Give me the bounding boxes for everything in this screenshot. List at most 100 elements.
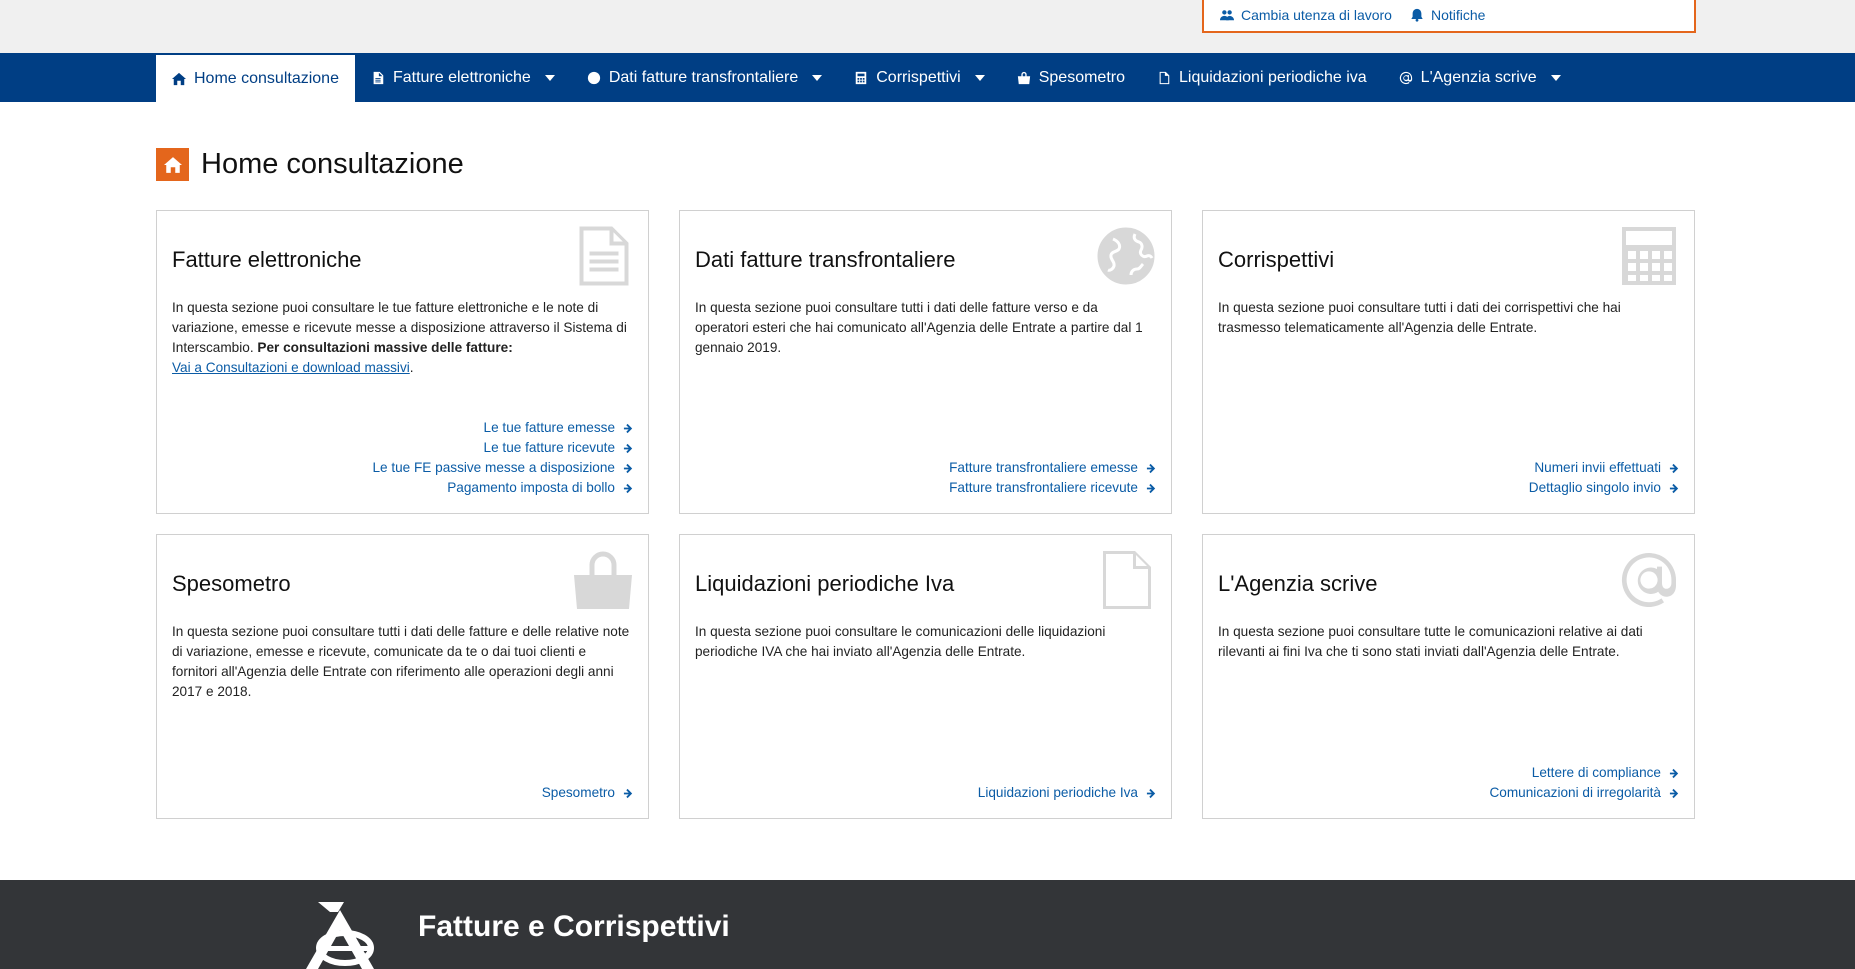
link-transfrontaliere-ricevute[interactable]: Fatture transfrontaliere ricevute	[949, 478, 1157, 498]
nav-label: L'Agenzia scrive	[1420, 68, 1537, 86]
card-description: In questa sezione puoi consultare tutti …	[695, 300, 1143, 355]
card-title: Corrispettivi	[1218, 247, 1335, 272]
arrow-right-icon	[1146, 483, 1157, 494]
link-imposta-bollo[interactable]: Pagamento imposta di bollo	[372, 478, 634, 498]
card-description: In questa sezione puoi consultare tutti …	[1218, 300, 1621, 335]
link-label: Comunicazioni di irregolarità	[1489, 785, 1661, 800]
card-desc-bold: Per consultazioni massive delle fatture:	[257, 340, 513, 355]
calculator-icon	[856, 71, 867, 84]
main-nav: Home consultazione Fatture elettroniche …	[0, 53, 1855, 102]
card-description: In questa sezione puoi consultare le tue…	[172, 300, 627, 375]
nav-label: Dati fatture transfrontaliere	[608, 68, 799, 86]
link-numeri-invii[interactable]: Numeri invii effettuati	[1529, 458, 1680, 478]
link-label: Spesometro	[541, 785, 615, 800]
link-dettaglio-invio[interactable]: Dettaglio singolo invio	[1529, 478, 1680, 498]
at-icon	[1618, 549, 1680, 611]
nav-fatture-elettroniche[interactable]: Fatture elettroniche	[355, 53, 571, 102]
card-links: Lettere di compliance Comunicazioni di i…	[1489, 763, 1680, 803]
card-links: Spesometro	[542, 783, 634, 803]
link-transfrontaliere-emesse[interactable]: Fatture transfrontaliere emesse	[949, 458, 1157, 478]
nav-label: Spesometro	[1038, 68, 1125, 86]
nav-label: Fatture elettroniche	[392, 68, 531, 86]
bulk-download-link[interactable]: Vai a Consultazioni e download massivi	[172, 360, 410, 375]
chevron-down-icon	[544, 74, 555, 81]
link-label: Le tue fatture ricevute	[483, 440, 615, 455]
card-title: Fatture elettroniche	[172, 247, 362, 272]
link-label: Fatture transfrontaliere ricevute	[949, 480, 1138, 495]
link-lettere-compliance[interactable]: Lettere di compliance	[1489, 763, 1680, 783]
card-title: Liquidazioni periodiche Iva	[695, 571, 955, 596]
nav-home-consultazione[interactable]: Home consultazione	[156, 55, 355, 102]
calculator-icon	[1618, 225, 1680, 287]
footer: Fatture e Corrispettivi	[0, 880, 1855, 969]
link-spesometro[interactable]: Spesometro	[542, 783, 634, 803]
link-label: Le tue fatture emesse	[483, 420, 615, 435]
card-title: L'Agenzia scrive	[1218, 571, 1378, 596]
arrow-right-icon	[623, 463, 634, 474]
link-fe-passive[interactable]: Le tue FE passive messe a disposizione	[372, 458, 634, 478]
arrow-right-icon	[623, 788, 634, 799]
card-links: Le tue fatture emesse Le tue fatture ric…	[372, 418, 634, 498]
nav-dati-fatture-transfrontaliere[interactable]: Dati fatture transfrontaliere	[571, 53, 838, 102]
arrow-right-icon	[1669, 768, 1680, 779]
notifications-label: Notifiche	[1430, 6, 1486, 23]
link-label: Dettaglio singolo invio	[1528, 480, 1661, 495]
top-bar: Cambia utenza di lavoro Notifiche	[0, 0, 1855, 53]
change-workspace-link[interactable]: Cambia utenza di lavoro	[1220, 7, 1392, 23]
nav-liquidazioni-periodiche-iva[interactable]: Liquidazioni periodiche iva	[1141, 53, 1383, 102]
agenzia-logo-icon	[300, 902, 390, 969]
card-dati-fatture-transfrontaliere: Dati fatture transfrontaliere In questa …	[679, 210, 1172, 514]
globe-icon	[587, 71, 600, 84]
nav-label: Home consultazione	[194, 69, 339, 87]
arrow-right-icon	[1146, 788, 1157, 799]
page-title: Home consultazione	[201, 148, 464, 180]
card-agenzia-scrive: L'Agenzia scrive In questa sezione puoi …	[1202, 534, 1695, 819]
user-box: Cambia utenza di lavoro Notifiche	[1202, 0, 1696, 33]
globe-icon	[1095, 225, 1157, 287]
link-label: Liquidazioni periodiche Iva	[977, 785, 1138, 800]
home-icon	[172, 72, 186, 85]
arrow-right-icon	[623, 423, 634, 434]
card-spesometro: Spesometro In questa sezione puoi consul…	[156, 534, 649, 819]
card-links: Liquidazioni periodiche Iva	[978, 783, 1157, 803]
card-title: Spesometro	[172, 571, 291, 596]
card-description: In questa sezione puoi consultare tutte …	[1218, 624, 1643, 659]
arrow-right-icon	[1669, 788, 1680, 799]
link-label: Numeri invii effettuati	[1534, 460, 1661, 475]
arrow-right-icon	[623, 483, 634, 494]
link-fatture-ricevute[interactable]: Le tue fatture ricevute	[372, 438, 634, 458]
card-fatture-elettroniche: Fatture elettroniche In questa sezione p…	[156, 210, 649, 514]
nav-agenzia-scrive[interactable]: L'Agenzia scrive	[1383, 53, 1577, 102]
card-title: Dati fatture transfrontaliere	[695, 247, 956, 272]
change-workspace-label: Cambia utenza di lavoro	[1241, 6, 1392, 23]
file-icon	[1159, 71, 1170, 84]
card-links: Fatture transfrontaliere emesse Fatture …	[949, 458, 1157, 498]
nav-label: Liquidazioni periodiche iva	[1178, 68, 1367, 86]
card-liquidazioni-periodiche-iva: Liquidazioni periodiche Iva In questa se…	[679, 534, 1172, 819]
footer-title: Fatture e Corrispettivi	[418, 910, 730, 943]
document-icon	[373, 71, 384, 84]
at-icon	[1399, 71, 1412, 84]
nav-corrispettivi[interactable]: Corrispettivi	[838, 53, 1000, 102]
link-fatture-emesse[interactable]: Le tue fatture emesse	[372, 418, 634, 438]
nav-spesometro[interactable]: Spesometro	[1001, 53, 1141, 102]
nav-label: Corrispettivi	[876, 68, 961, 86]
bell-icon	[1411, 8, 1423, 22]
chevron-down-icon	[1550, 74, 1561, 81]
users-icon	[1220, 9, 1234, 20]
link-label: Lettere di compliance	[1531, 765, 1661, 780]
card-description: In questa sezione puoi consultare tutti …	[172, 624, 630, 699]
link-label: Fatture transfrontaliere emesse	[949, 460, 1138, 475]
card-description: In questa sezione puoi consultare le com…	[695, 624, 1106, 659]
chevron-down-icon	[974, 74, 985, 81]
card-corrispettivi: Corrispettivi In questa sezione puoi con…	[1202, 210, 1695, 514]
arrow-right-icon	[1669, 463, 1680, 474]
notifications-link[interactable]: Notifiche	[1410, 7, 1485, 23]
link-comunicazioni-irregolarita[interactable]: Comunicazioni di irregolarità	[1489, 783, 1680, 803]
document-icon	[572, 225, 634, 287]
link-liquidazioni[interactable]: Liquidazioni periodiche Iva	[978, 783, 1157, 803]
link-label: Pagamento imposta di bollo	[447, 480, 615, 495]
home-icon	[156, 148, 189, 181]
shopping-bag-icon	[1017, 71, 1030, 84]
arrow-right-icon	[1146, 463, 1157, 474]
